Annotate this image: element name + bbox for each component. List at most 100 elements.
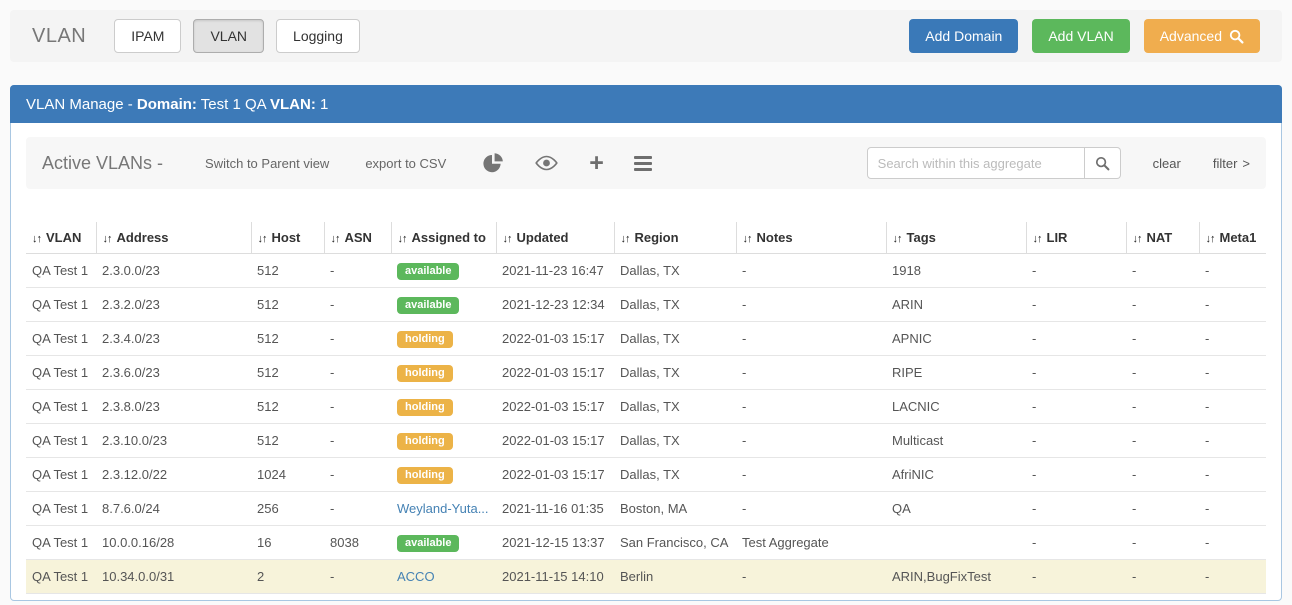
add-vlan-button[interactable]: Add VLAN bbox=[1032, 19, 1129, 53]
cell-updated: 2022-01-03 15:17 bbox=[496, 424, 614, 458]
table-row[interactable]: QA Test 12.3.8.0/23512-holding2022-01-03… bbox=[26, 390, 1266, 424]
cell-notes: - bbox=[736, 356, 886, 390]
column-header-meta1[interactable]: ↓↑Meta1 bbox=[1199, 222, 1266, 254]
cell-meta1: - bbox=[1199, 322, 1266, 356]
cell-region: Boston, MA bbox=[614, 492, 736, 526]
sort-icon: ↓↑ bbox=[103, 233, 112, 245]
column-label: Meta1 bbox=[1220, 230, 1257, 245]
column-header-assigned[interactable]: ↓↑Assigned to bbox=[391, 222, 496, 254]
cell-host: 512 bbox=[251, 356, 324, 390]
search-submit-button[interactable] bbox=[1085, 147, 1121, 179]
column-header-nat[interactable]: ↓↑NAT bbox=[1126, 222, 1199, 254]
cell-vlan: QA Test 1 bbox=[26, 492, 96, 526]
assigned-link[interactable]: ACCO bbox=[397, 569, 435, 584]
vlan-manage-panel: VLAN Manage - Domain: Test 1 QA VLAN: 1 … bbox=[10, 85, 1282, 601]
cell-updated: 2021-11-15 14:10 bbox=[496, 560, 614, 594]
table-row[interactable]: QA Test 12.3.6.0/23512-holding2022-01-03… bbox=[26, 356, 1266, 390]
cell-region: Dallas, TX bbox=[614, 288, 736, 322]
cell-tags: ARIN bbox=[886, 288, 1026, 322]
domain-value: Test 1 QA bbox=[197, 96, 270, 113]
column-header-tags[interactable]: ↓↑Tags bbox=[886, 222, 1026, 254]
table-row[interactable]: QA Test 12.3.0.0/23512-available2021-11-… bbox=[26, 254, 1266, 288]
column-label: VLAN bbox=[46, 230, 81, 245]
cell-host: 2 bbox=[251, 560, 324, 594]
cell-host: 512 bbox=[251, 424, 324, 458]
status-badge: holding bbox=[397, 331, 453, 348]
table-row[interactable]: QA Test 110.34.0.0/312-ACCO2021-11-15 14… bbox=[26, 560, 1266, 594]
cell-host: 512 bbox=[251, 254, 324, 288]
cell-assigned: holding bbox=[391, 458, 496, 492]
search-input[interactable] bbox=[867, 147, 1085, 179]
tab-logging[interactable]: Logging bbox=[276, 19, 360, 53]
cell-nat: - bbox=[1126, 356, 1199, 390]
sort-icon: ↓↑ bbox=[621, 233, 630, 245]
menu-icon[interactable] bbox=[634, 153, 652, 174]
column-label: Tags bbox=[907, 230, 936, 245]
cell-notes: - bbox=[736, 322, 886, 356]
cell-tags: 1918 bbox=[886, 254, 1026, 288]
cell-tags: LACNIC bbox=[886, 390, 1026, 424]
sort-icon: ↓↑ bbox=[1133, 233, 1142, 245]
table-row[interactable]: QA Test 18.7.6.0/24256-Weyland-Yuta...20… bbox=[26, 492, 1266, 526]
cell-meta1: - bbox=[1199, 254, 1266, 288]
tab-ipam[interactable]: IPAM bbox=[114, 19, 181, 53]
clear-filter-link[interactable]: clear bbox=[1153, 156, 1181, 171]
column-header-region[interactable]: ↓↑Region bbox=[614, 222, 736, 254]
assigned-link[interactable]: Weyland-Yuta... bbox=[397, 501, 489, 516]
cell-meta1: - bbox=[1199, 526, 1266, 560]
column-header-host[interactable]: ↓↑Host bbox=[251, 222, 324, 254]
export-csv-link[interactable]: export to CSV bbox=[365, 156, 446, 171]
cell-nat: - bbox=[1126, 492, 1199, 526]
cell-updated: 2022-01-03 15:17 bbox=[496, 458, 614, 492]
advanced-search-button[interactable]: Advanced bbox=[1144, 19, 1260, 53]
cell-updated: 2022-01-03 15:17 bbox=[496, 322, 614, 356]
cell-asn: - bbox=[324, 560, 391, 594]
filter-link[interactable]: filter> bbox=[1213, 156, 1250, 171]
cell-address: 2.3.6.0/23 bbox=[96, 356, 251, 390]
add-domain-button[interactable]: Add Domain bbox=[909, 19, 1018, 53]
vlan-label: VLAN: bbox=[270, 96, 316, 113]
column-header-vlan[interactable]: ↓↑ VLAN bbox=[26, 222, 96, 254]
cell-address: 2.3.10.0/23 bbox=[96, 424, 251, 458]
eye-icon[interactable] bbox=[534, 155, 559, 171]
table-row[interactable]: QA Test 110.0.0.16/28168038available2021… bbox=[26, 526, 1266, 560]
cell-tags: ARIN,BugFixTest bbox=[886, 560, 1026, 594]
cell-updated: 2022-01-03 15:17 bbox=[496, 390, 614, 424]
cell-lir: - bbox=[1026, 560, 1126, 594]
table-row[interactable]: QA Test 12.3.4.0/23512-holding2022-01-03… bbox=[26, 322, 1266, 356]
column-label: Updated bbox=[517, 230, 569, 245]
column-header-notes[interactable]: ↓↑Notes bbox=[736, 222, 886, 254]
column-header-lir[interactable]: ↓↑LIR bbox=[1026, 222, 1126, 254]
cell-region: Dallas, TX bbox=[614, 424, 736, 458]
table-row[interactable]: QA Test 12.3.10.0/23512-holding2022-01-0… bbox=[26, 424, 1266, 458]
column-header-asn[interactable]: ↓↑ASN bbox=[324, 222, 391, 254]
table-row[interactable]: QA Test 12.3.12.0/221024-holding2022-01-… bbox=[26, 458, 1266, 492]
cell-address: 2.3.8.0/23 bbox=[96, 390, 251, 424]
cell-region: San Francisco, CA bbox=[614, 526, 736, 560]
cell-nat: - bbox=[1126, 424, 1199, 458]
cell-meta1: - bbox=[1199, 492, 1266, 526]
tab-vlan[interactable]: VLAN bbox=[193, 19, 264, 53]
status-badge: available bbox=[397, 263, 459, 280]
table-row[interactable]: QA Test 12.3.2.0/23512-available2021-12-… bbox=[26, 288, 1266, 322]
cell-notes: - bbox=[736, 254, 886, 288]
column-label: ASN bbox=[345, 230, 372, 245]
cell-vlan: QA Test 1 bbox=[26, 526, 96, 560]
panel-heading: VLAN Manage - Domain: Test 1 QA VLAN: 1 bbox=[10, 85, 1282, 123]
column-header-updated[interactable]: ↓↑Updated bbox=[496, 222, 614, 254]
cell-meta1: - bbox=[1199, 424, 1266, 458]
cell-notes: - bbox=[736, 492, 886, 526]
sort-icon: ↓↑ bbox=[32, 233, 41, 245]
cell-assigned: holding bbox=[391, 322, 496, 356]
cell-meta1: - bbox=[1199, 390, 1266, 424]
cell-asn: - bbox=[324, 492, 391, 526]
column-label: Notes bbox=[757, 230, 793, 245]
advanced-button-label: Advanced bbox=[1160, 28, 1222, 44]
plus-icon[interactable]: + bbox=[589, 153, 604, 173]
cell-region: Dallas, TX bbox=[614, 458, 736, 492]
switch-parent-view-link[interactable]: Switch to Parent view bbox=[205, 156, 329, 171]
cell-assigned: Weyland-Yuta... bbox=[391, 492, 496, 526]
cell-nat: - bbox=[1126, 254, 1199, 288]
pie-chart-icon[interactable] bbox=[482, 152, 504, 174]
column-header-address[interactable]: ↓↑Address bbox=[96, 222, 251, 254]
